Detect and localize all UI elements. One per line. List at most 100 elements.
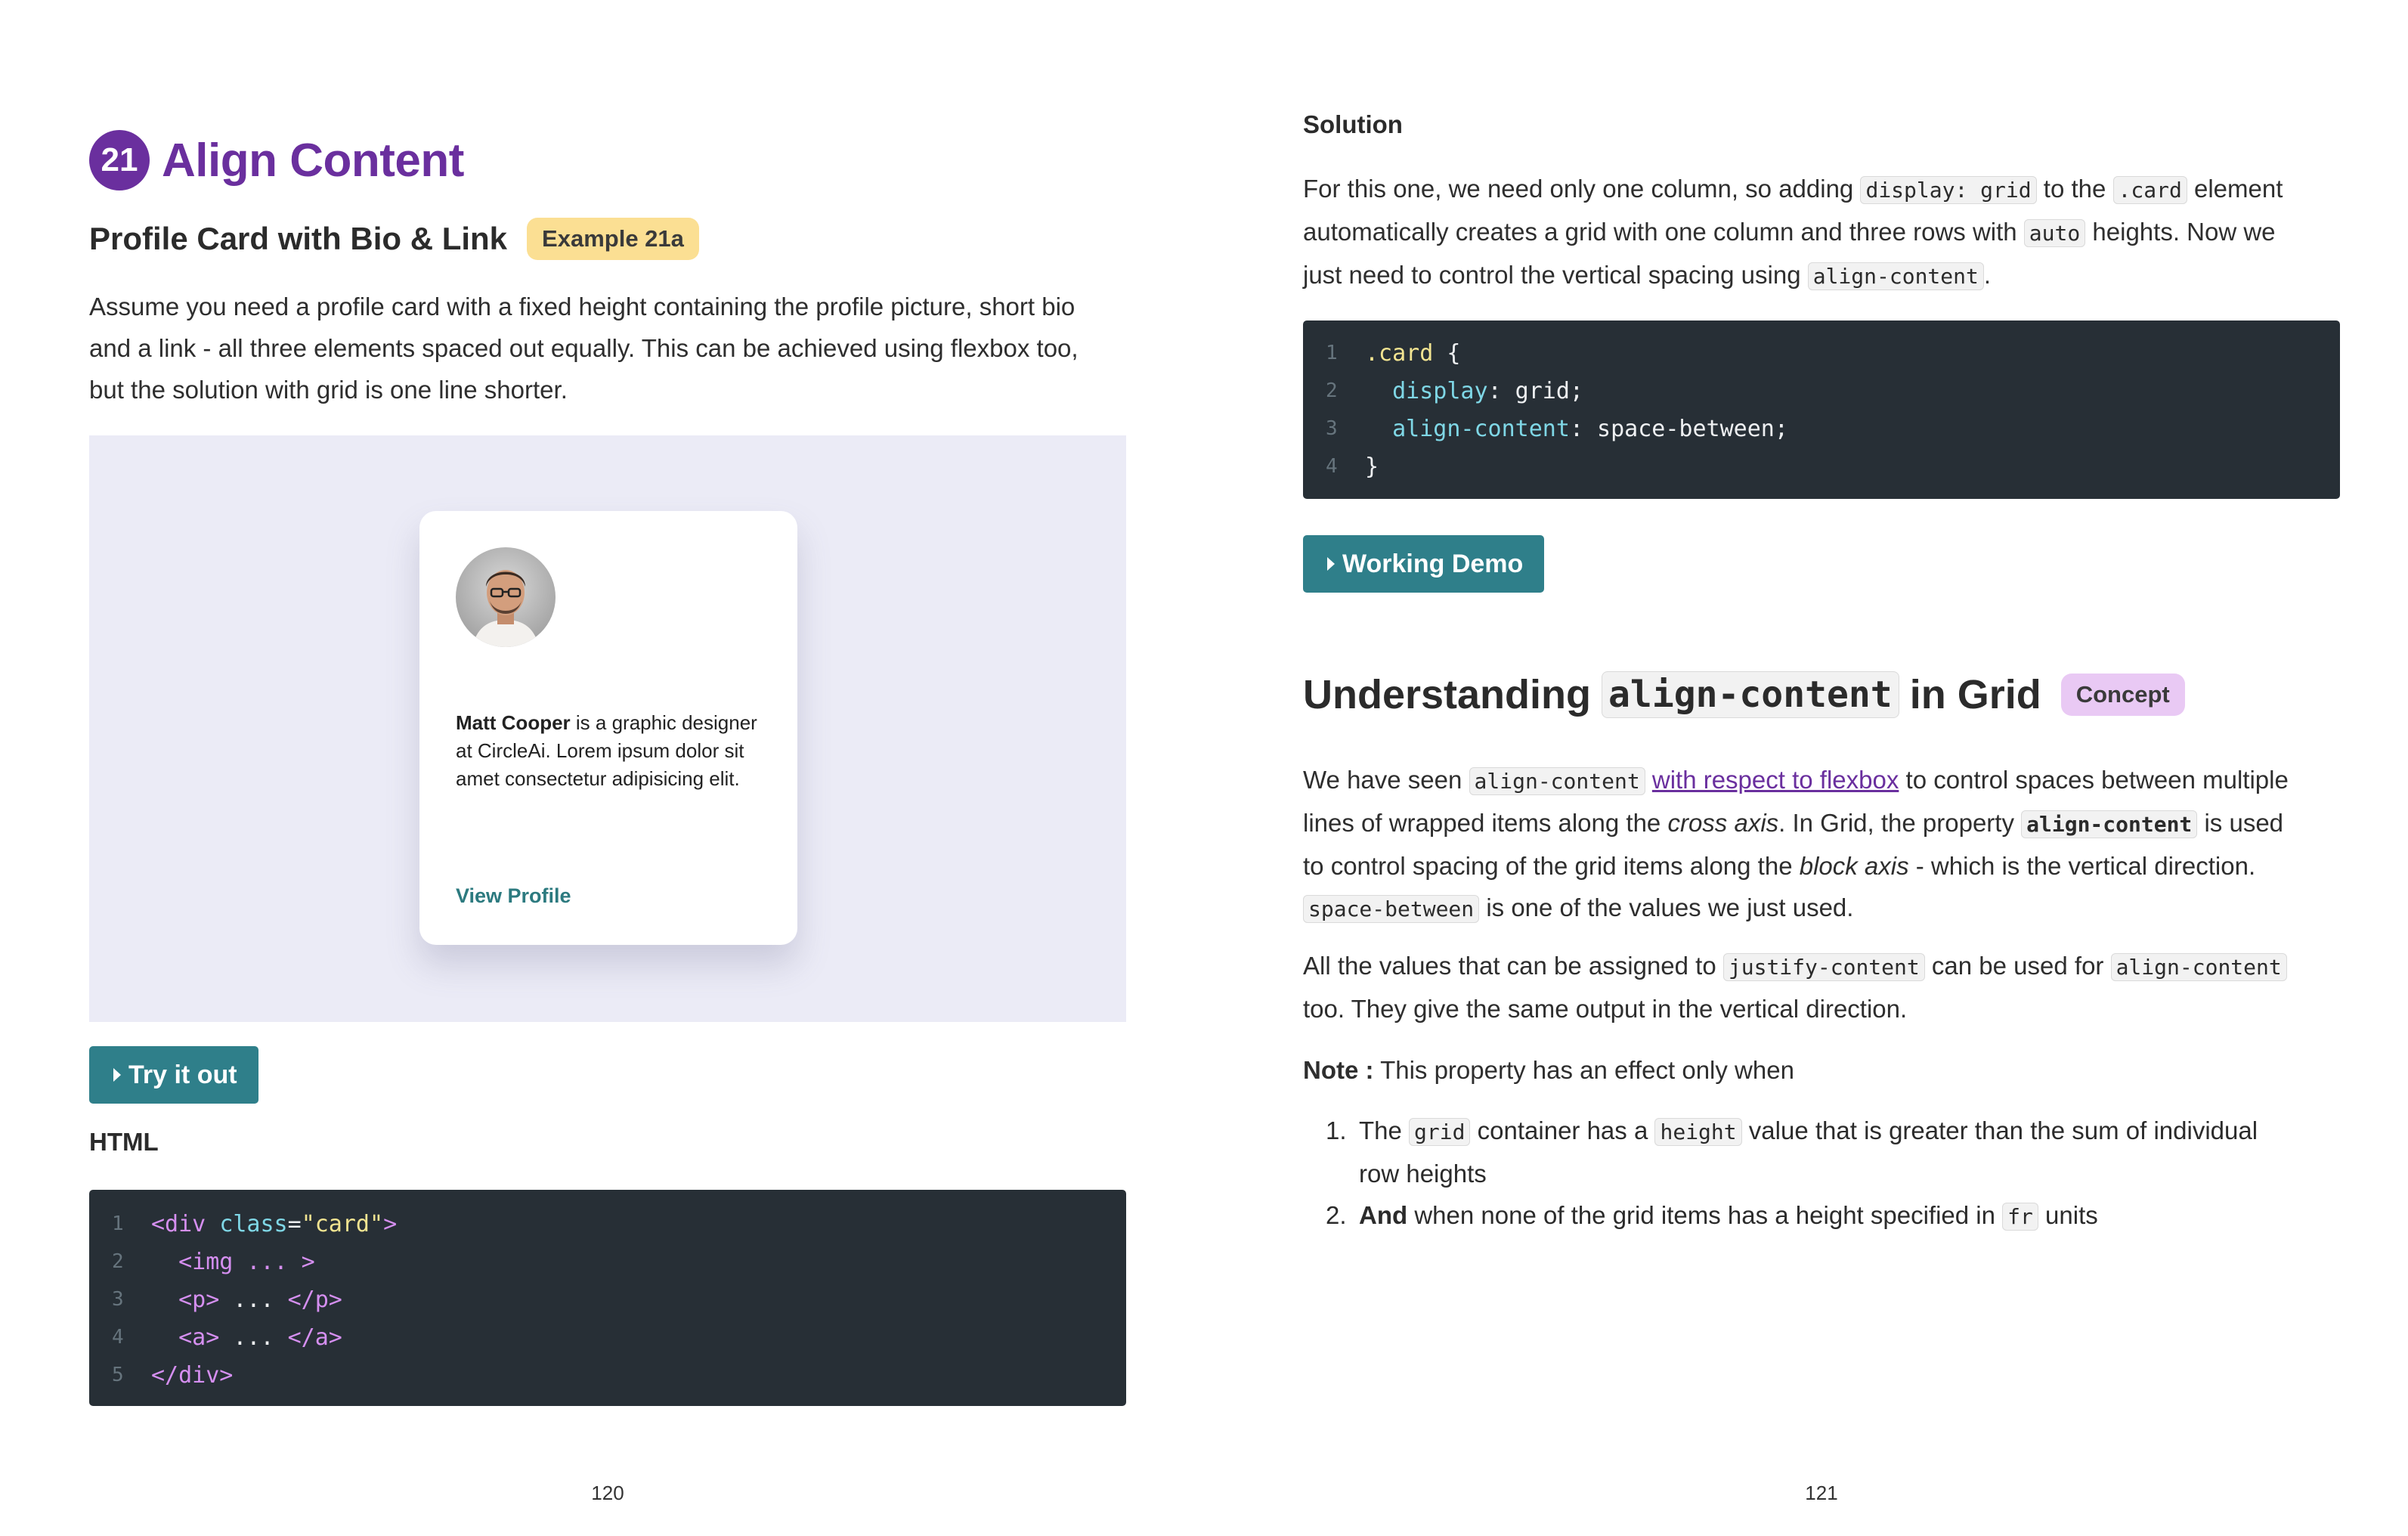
bold-text: And bbox=[1359, 1201, 1408, 1229]
inline-code: display: grid bbox=[1860, 176, 2037, 204]
code-token: align-content bbox=[1392, 415, 1570, 442]
try-it-out-button[interactable]: Try it out bbox=[89, 1046, 258, 1104]
intro-paragraph: Assume you need a profile card with a fi… bbox=[89, 286, 1079, 410]
code-token: .card bbox=[1365, 339, 1434, 367]
code-token: = bbox=[287, 1210, 302, 1237]
demo-preview: Matt Cooper is a graphic designer at Cir… bbox=[89, 435, 1126, 1022]
heading-inline-code: align-content bbox=[1602, 671, 1899, 718]
code-token: <img ... > bbox=[178, 1248, 315, 1275]
text-run: We have seen bbox=[1303, 766, 1469, 794]
right-page: Solution For this one, we need only one … bbox=[1303, 0, 2340, 1536]
chapter-number-badge: 21 bbox=[89, 130, 150, 190]
code-token: <p> bbox=[178, 1286, 220, 1313]
inline-code: space-between bbox=[1303, 895, 1480, 923]
paragraph-line: lines of wrapped items along the cross a… bbox=[1303, 802, 2340, 845]
paragraph-line: All the values that can be assigned to j… bbox=[1303, 945, 2340, 988]
paragraph-line: We have seen align-content with respect … bbox=[1303, 759, 2340, 802]
inline-code: .card bbox=[2112, 176, 2187, 204]
text-run: units bbox=[2038, 1201, 2098, 1229]
text-run: value that is greater than the sum of in… bbox=[1741, 1116, 2258, 1144]
text-run: automatically creates a grid with one co… bbox=[1303, 218, 2024, 246]
intro-line: Assume you need a profile card with a fi… bbox=[89, 293, 1076, 321]
code-line: 1 <div class = "card" > bbox=[89, 1205, 397, 1243]
note-label: Note : bbox=[1303, 1056, 1374, 1084]
caret-right-icon bbox=[113, 1068, 121, 1082]
code-token: { bbox=[1433, 339, 1461, 367]
html-code-block: 1 <div class = "card" > 2 <img ... > 3 <p> … bbox=[89, 1190, 1126, 1406]
heading-text: in Grid bbox=[1909, 672, 2041, 717]
text-run: to control spacing of the grid items alo… bbox=[1303, 852, 1800, 880]
example-heading-row: Profile Card with Bio & Link Example 21a bbox=[89, 218, 699, 260]
code-token: <div bbox=[151, 1210, 220, 1237]
example-badge: Example 21a bbox=[527, 218, 699, 260]
code-token: ... bbox=[219, 1286, 288, 1313]
line-number: 4 bbox=[1326, 455, 1338, 478]
code-token: </a> bbox=[287, 1324, 342, 1351]
intro-line: but the solution with grid is one line s… bbox=[89, 376, 568, 404]
code-line: 5 </div> bbox=[89, 1356, 233, 1394]
line-number: 1 bbox=[112, 1212, 124, 1235]
code-line: 1 .card { bbox=[1303, 334, 1460, 372]
line-number: 2 bbox=[1326, 379, 1338, 402]
text-run: container has a bbox=[1470, 1116, 1655, 1144]
html-label: HTML bbox=[89, 1128, 159, 1156]
code-token: : grid; bbox=[1487, 377, 1583, 404]
solution-label: Solution bbox=[1303, 110, 1403, 138]
code-line: 4 <a> ... </a> bbox=[89, 1318, 342, 1356]
code-token: </div> bbox=[151, 1361, 234, 1389]
view-profile-link[interactable]: View Profile bbox=[456, 884, 571, 908]
inline-code: align-content bbox=[2110, 953, 2287, 981]
text-run: to the bbox=[2036, 175, 2113, 203]
text-run: row heights bbox=[1359, 1160, 1487, 1188]
emphasis: cross axis bbox=[1667, 809, 1779, 837]
line-number: 4 bbox=[112, 1326, 124, 1349]
list-item: 1. The grid container has a height value… bbox=[1303, 1110, 2340, 1194]
conditions-list: 1. The grid container has a height value… bbox=[1303, 1110, 2340, 1237]
solution-line: just need to control the vertical spacin… bbox=[1303, 254, 2340, 297]
note-text: This property has an effect only when bbox=[1373, 1056, 1794, 1084]
paragraph-line: space-between is one of the values we ju… bbox=[1303, 887, 2340, 930]
working-demo-button[interactable]: Working Demo bbox=[1303, 535, 1545, 593]
try-it-out-label: Try it out bbox=[128, 1060, 237, 1089]
text-run: . bbox=[1983, 261, 1992, 289]
emphasis: block axis bbox=[1799, 852, 1909, 880]
list-number: 1. bbox=[1326, 1116, 1347, 1144]
chapter-title: Align Content bbox=[162, 134, 464, 187]
line-number: 3 bbox=[112, 1288, 124, 1311]
code-line: 3 <p> ... </p> bbox=[89, 1281, 342, 1318]
list-number: 2. bbox=[1326, 1201, 1347, 1229]
text-run: just need to control the vertical spacin… bbox=[1303, 261, 1808, 289]
avatar-portrait-icon bbox=[456, 547, 556, 647]
text-run: can be used for bbox=[1924, 952, 2111, 980]
text-run: heights. Now we bbox=[2085, 218, 2276, 246]
text-run: to control spaces between multiple bbox=[1899, 766, 2289, 794]
flexbox-link[interactable]: with respect to flexbox bbox=[1652, 766, 1899, 794]
section-heading: Understanding align-content in Grid Conc… bbox=[1303, 671, 2185, 718]
page-number: 120 bbox=[591, 1482, 624, 1504]
code-token: : space-between; bbox=[1569, 415, 1788, 442]
solution-paragraph: For this one, we need only one column, s… bbox=[1303, 168, 2340, 297]
text-run: lines of wrapped items along the bbox=[1303, 809, 1668, 837]
code-token: } bbox=[1365, 453, 1379, 480]
values-paragraph: All the values that can be assigned to j… bbox=[1303, 945, 2340, 1030]
text-run: - which is the vertical direction. bbox=[1908, 852, 2256, 880]
text-run: . In Grid, the property bbox=[1778, 809, 2022, 837]
text-run: The bbox=[1359, 1116, 1410, 1144]
concept-badge: Concept bbox=[2060, 674, 2185, 716]
heading-text: Understanding bbox=[1303, 672, 1592, 717]
code-token: > bbox=[383, 1210, 398, 1237]
text-run: when none of the grid items has a height… bbox=[1407, 1201, 2003, 1229]
inline-code: align-content bbox=[2021, 810, 2198, 838]
working-demo-label: Working Demo bbox=[1342, 549, 1524, 578]
concept-paragraph: We have seen align-content with respect … bbox=[1303, 759, 2340, 930]
profile-name: Matt Cooper bbox=[456, 711, 571, 734]
page-number: 121 bbox=[1805, 1482, 1838, 1504]
text-run: All the values that can be assigned to bbox=[1303, 952, 1723, 980]
inline-code: height bbox=[1654, 1118, 1742, 1146]
css-code-block: 1 .card { 2 display: grid; 3 align-conte… bbox=[1303, 321, 2340, 499]
line-number: 5 bbox=[112, 1364, 124, 1386]
inline-code: fr bbox=[2002, 1203, 2038, 1231]
profile-avatar bbox=[456, 547, 556, 647]
code-token: <a> bbox=[178, 1324, 220, 1351]
code-line: 2 <img ... > bbox=[89, 1243, 315, 1281]
